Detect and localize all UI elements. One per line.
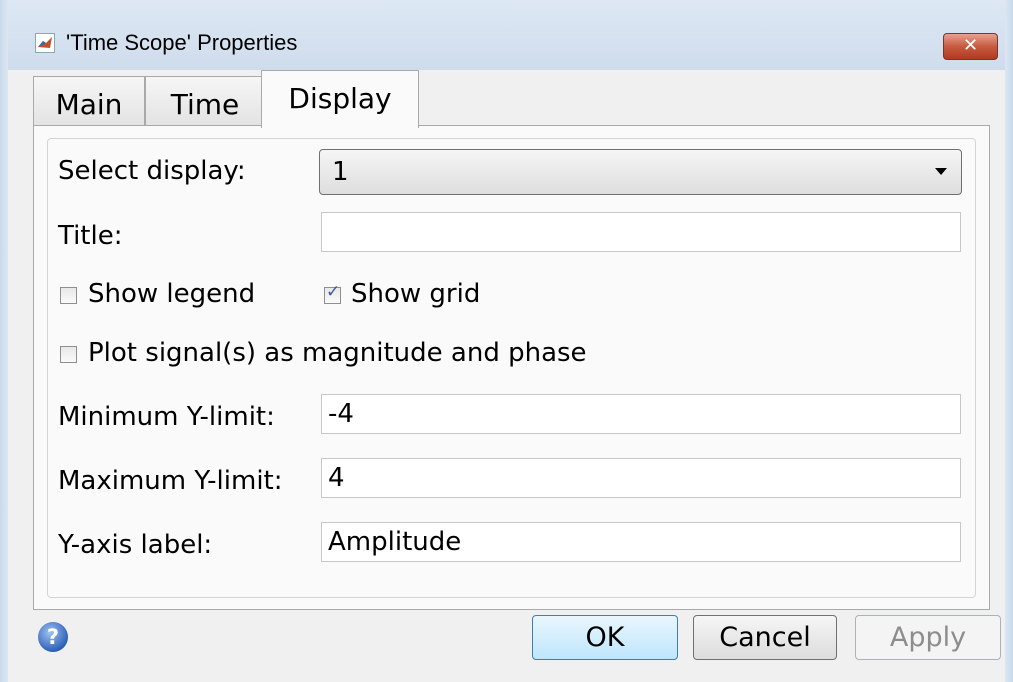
- tab-time[interactable]: Time: [145, 76, 265, 128]
- magnitude-phase-checkbox[interactable]: [60, 346, 77, 363]
- matlab-icon: [35, 33, 55, 53]
- tab-display[interactable]: Display: [261, 70, 419, 128]
- max-y-limit-label: Maximum Y-limit:: [58, 466, 283, 496]
- show-legend-checkbox[interactable]: [60, 287, 77, 304]
- display-group: Select display: 1 Title: Show legend Sho…: [47, 138, 976, 598]
- y-axis-label-label: Y-axis label:: [58, 530, 213, 560]
- window-title: 'Time Scope' Properties: [66, 30, 298, 55]
- select-display-dropdown[interactable]: 1: [319, 149, 962, 195]
- show-legend-label: Show legend: [88, 279, 256, 309]
- magnitude-phase-label: Plot signal(s) as magnitude and phase: [88, 338, 587, 368]
- cancel-button[interactable]: Cancel: [693, 615, 837, 660]
- close-icon: ✕: [962, 35, 979, 56]
- window-frame-right: [1005, 0, 1013, 682]
- title-bar: 'Time Scope' Properties ✕: [0, 0, 1013, 70]
- tab-main[interactable]: Main: [33, 76, 145, 128]
- max-y-limit-field[interactable]: 4: [321, 458, 961, 498]
- show-grid-checkbox[interactable]: [324, 282, 341, 304]
- apply-button[interactable]: Apply: [855, 615, 1001, 660]
- help-icon[interactable]: ?: [38, 622, 68, 652]
- y-axis-label-field[interactable]: Amplitude: [321, 522, 961, 562]
- title-field[interactable]: [321, 212, 961, 252]
- dialog-body: Main Time Display Select display: 1 Titl…: [8, 70, 1005, 674]
- close-button[interactable]: ✕: [943, 33, 998, 60]
- min-y-limit-field[interactable]: -4: [321, 394, 961, 434]
- ok-button[interactable]: OK: [532, 615, 678, 660]
- chevron-down-icon: [935, 168, 947, 175]
- show-grid-label: Show grid: [351, 279, 481, 309]
- display-panel: Select display: 1 Title: Show legend Sho…: [33, 125, 990, 610]
- properties-dialog: 'Time Scope' Properties ✕ Main Time Disp…: [0, 0, 1013, 682]
- title-label: Title:: [58, 221, 123, 251]
- min-y-limit-label: Minimum Y-limit:: [58, 402, 275, 432]
- select-display-label: Select display:: [58, 156, 246, 186]
- select-display-value: 1: [332, 157, 349, 187]
- window-frame-left: [0, 0, 8, 682]
